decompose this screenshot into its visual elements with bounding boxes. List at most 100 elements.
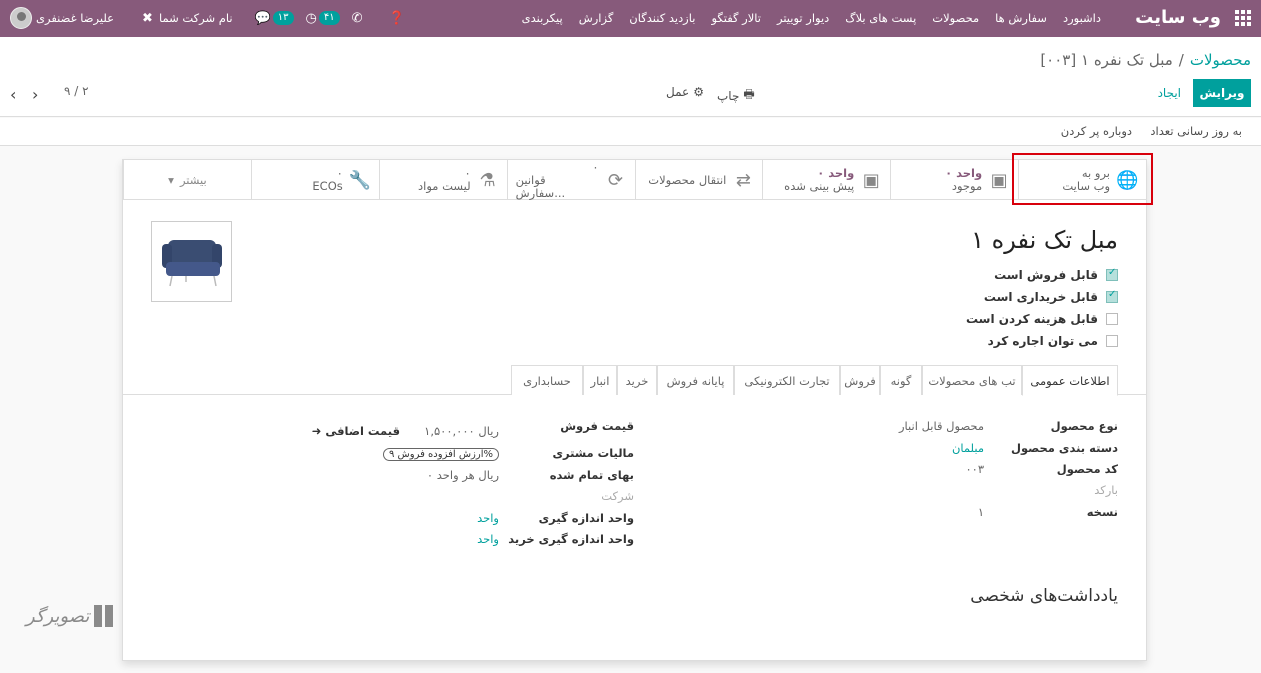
barcode-label: بارکد <box>1094 483 1118 497</box>
internal-notes-title: یادداشت‌های شخصی <box>970 586 1118 606</box>
menu-configuration[interactable]: پیکربندی <box>522 11 563 25</box>
menu-dashboard[interactable]: داشبورد <box>1063 11 1101 25</box>
messaging-menu[interactable]: 💬 ۱۳ <box>255 11 294 26</box>
apps-menu-icon[interactable] <box>1235 10 1251 26</box>
menu-reporting[interactable]: گزارش <box>579 11 614 25</box>
menu-products[interactable]: محصولات <box>932 11 979 25</box>
breadcrumb-separator: / <box>1178 51 1184 69</box>
caret-down-icon: ▾ <box>168 173 174 187</box>
product-type-value: محصول قابل انبار <box>899 419 984 433</box>
company-switcher[interactable]: ✖ نام شرکت شما <box>142 11 233 26</box>
product-moves-button[interactable]: ⇄ انتقال محصولات <box>634 160 763 200</box>
company-field[interactable]: شرکت <box>601 489 634 503</box>
phone-icon[interactable]: ✆ <box>352 11 363 26</box>
menu-visitors[interactable]: بازدید کنندگان <box>629 11 695 25</box>
can-be-rented-checkbox[interactable]: می توان اجاره کرد <box>966 334 1118 348</box>
user-menu[interactable]: علیرضا غضنفری <box>10 7 114 29</box>
action-menu[interactable]: عمل ⚙ <box>666 85 704 99</box>
product-category-value[interactable]: مبلمان <box>952 441 984 455</box>
checkbox-empty-icon <box>1106 335 1118 347</box>
reordering-rules-button[interactable]: ⟳ ۰ قوانین سفارش... <box>506 159 635 200</box>
tab-purchase[interactable]: خرید <box>617 365 657 395</box>
help-icon[interactable]: ❓ <box>389 11 405 26</box>
control-panel: محصولات / [۰۰۳] مبل تک نفره ۱ ویرایش ایج… <box>0 37 1261 117</box>
create-button[interactable]: ایجاد <box>1152 79 1187 107</box>
go-to-website-button[interactable]: 🌐 برو به وب سایت <box>1018 160 1146 200</box>
bom-button[interactable]: ⚗ ۰ لیست مواد <box>378 160 507 200</box>
cost-label: بهای تمام شده <box>549 468 634 482</box>
menu-twitter-wall[interactable]: دیوار توییتر <box>777 11 829 25</box>
tab-variants[interactable]: گونه <box>880 365 922 395</box>
checkbox-checked-icon <box>1106 267 1118 281</box>
flask-icon: ⚗ <box>479 169 496 191</box>
top-navbar: وب سایت داشبورد سفارش ها محصولات پست های… <box>0 0 1261 37</box>
globe-icon: 🌐 <box>1116 169 1139 191</box>
activities-badge: ۴۱ <box>318 11 340 25</box>
extra-price-button[interactable]: ➜ قیمت اضافی <box>312 424 400 438</box>
edit-button[interactable]: ویرایش <box>1193 79 1251 107</box>
bom-label: لیست مواد <box>418 179 471 193</box>
exchange-icon: ⇄ <box>735 169 751 191</box>
customer-taxes-label: مالیات مشتری <box>552 446 634 460</box>
user-name: علیرضا غضنفری <box>36 11 115 25</box>
tools-icon: ✖ <box>142 10 153 26</box>
on-hand-button[interactable]: ▣ ۰ واحد موجود <box>890 160 1018 200</box>
print-icon: 🖶 <box>743 87 755 101</box>
main-menu: داشبورد سفارش ها محصولات پست های بلاگ دی… <box>522 11 1101 25</box>
chat-icon: 💬 <box>254 10 271 26</box>
app-brand: وب سایت <box>1135 7 1221 28</box>
replenish-button[interactable]: دوباره پر کردن <box>1061 124 1132 138</box>
can-be-expensed-checkbox[interactable]: قابل هزینه کردن است <box>966 312 1118 326</box>
internal-reference-value: ۰۰۳ <box>965 462 984 476</box>
tab-ecommerce[interactable]: تجارت الکترونیکی <box>734 365 840 395</box>
can-be-sold-checkbox[interactable]: قابل فروش است <box>966 267 1118 282</box>
wrench-icon: 🔧 <box>348 169 372 191</box>
customer-taxes-value[interactable]: ارزش افزوده فروش ۹% <box>382 446 499 461</box>
update-quantity-button[interactable]: به روز رسانی تعداد <box>1150 124 1242 138</box>
watermark-logo-icon <box>93 603 115 629</box>
uom-value[interactable]: واحد <box>477 511 499 525</box>
company-name: نام شرکت شما <box>158 11 233 25</box>
menu-orders[interactable]: سفارش ها <box>995 11 1047 25</box>
ecos-button[interactable]: 🔧 ۰ ECOs <box>250 160 379 200</box>
print-menu[interactable]: چاپ 🖶 <box>717 85 755 106</box>
tab-general-info[interactable]: اطلاعات عمومی <box>1022 365 1118 396</box>
action-label: عمل <box>666 85 690 99</box>
pager-previous-icon[interactable]: ‹ <box>10 85 16 104</box>
forecast-label: پیش بینی شده <box>784 179 855 193</box>
tax-tag: ارزش افزوده فروش ۹% <box>382 448 499 461</box>
extra-price-label: قیمت اضافی <box>325 424 400 438</box>
checkbox-label: می توان اجاره کرد <box>987 334 1098 348</box>
tab-point-of-sale[interactable]: پایانه فروش <box>657 365 734 395</box>
tab-sales[interactable]: فروش <box>840 365 880 395</box>
tab-inventory[interactable]: انبار <box>583 365 617 395</box>
product-image[interactable] <box>151 221 232 302</box>
ecos-label: ECOs <box>312 179 343 193</box>
menu-blog-posts[interactable]: پست های بلاگ <box>845 11 916 25</box>
watermark: تصویرگر <box>26 603 115 629</box>
more-label: بیشتر <box>179 173 207 187</box>
forecast-button[interactable]: ▣ ۰ واحد پیش بینی شده <box>762 160 890 200</box>
activity-menu[interactable]: ◷ ۴۱ <box>306 11 340 26</box>
breadcrumb-current: [۰۰۳] مبل تک نفره ۱ <box>1040 51 1173 69</box>
purchase-uom-value[interactable]: واحد <box>477 532 499 546</box>
pager-value[interactable]: ۹ / ۲ <box>64 84 89 98</box>
print-label: چاپ <box>717 88 740 103</box>
watermark-text: تصویرگر <box>26 605 90 627</box>
more-button[interactable]: بیشتر ▾ <box>123 160 251 200</box>
breadcrumb-products[interactable]: محصولات <box>1190 51 1251 69</box>
product-type-label: نوع محصول <box>1050 419 1118 433</box>
product-name[interactable]: مبل تک نفره ۱ <box>971 226 1118 254</box>
menu-forum[interactable]: تالار گفتگو <box>711 11 761 25</box>
version-label: نسخه <box>1086 505 1118 519</box>
pager-next-icon[interactable]: › <box>32 85 38 104</box>
tab-accounting[interactable]: حسابداری <box>511 365 583 395</box>
version-value: ۱ <box>977 505 984 519</box>
on-hand-label: موجود <box>951 179 983 193</box>
tab-product-tabs[interactable]: تب های محصولات <box>922 365 1022 395</box>
can-be-purchased-checkbox[interactable]: قابل خریداری است <box>966 289 1118 304</box>
breadcrumb: محصولات / [۰۰۳] مبل تک نفره ۱ <box>1040 51 1251 69</box>
arrow-right-icon: ➜ <box>311 424 322 438</box>
reordering-rules-value: ۰ <box>592 159 599 174</box>
armchair-image <box>162 240 222 287</box>
